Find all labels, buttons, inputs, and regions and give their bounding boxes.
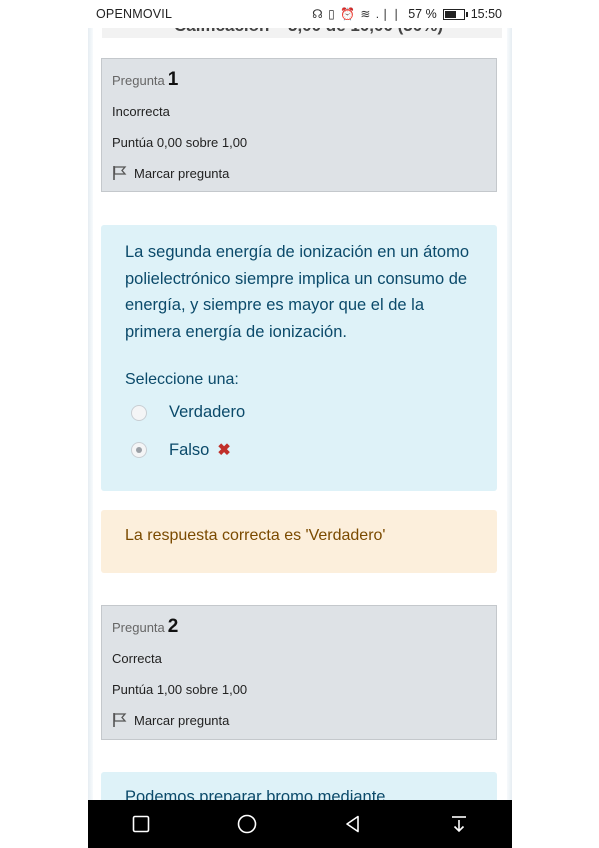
flag-question-button[interactable]: Marcar pregunta bbox=[112, 712, 229, 728]
flag-question-label: Marcar pregunta bbox=[134, 165, 230, 181]
recents-button[interactable] bbox=[111, 800, 171, 848]
question-number: Pregunta 1 bbox=[112, 69, 178, 91]
back-triangle-icon bbox=[346, 815, 359, 833]
question-grade: Puntúa 0,00 sobre 1,00 bbox=[112, 135, 248, 150]
question-label: Pregunta bbox=[112, 620, 165, 635]
question-1-content: La segunda energía de ionización en un á… bbox=[101, 225, 497, 491]
carrier-name: OPENMOVIL bbox=[96, 7, 173, 21]
answer-option-falso[interactable]: Falso ✖ bbox=[125, 440, 473, 460]
back-button[interactable] bbox=[323, 800, 383, 848]
clock: 15:50 bbox=[470, 7, 502, 21]
question-label: Pregunta bbox=[112, 73, 165, 88]
radio-button-checked[interactable] bbox=[131, 442, 147, 458]
feedback-text: La respuesta correcta es 'Verdadero' bbox=[125, 527, 386, 544]
flag-icon bbox=[113, 166, 127, 180]
radio-button[interactable] bbox=[131, 404, 147, 421]
status-indicators: ☊ ▯ ⏰ ≋ .❘❘ 57 % 15:50 bbox=[312, 7, 502, 21]
notification-pull-button[interactable] bbox=[429, 800, 489, 848]
page-right-border bbox=[507, 28, 512, 800]
pull-down-icon bbox=[452, 816, 466, 833]
phone-screen: Calificación 5,00 de 10,00 (50%) Pregunt… bbox=[88, 0, 512, 848]
status-icons: ☊ ▯ ⏰ ≋ .❘❘ bbox=[312, 7, 403, 21]
flag-icon bbox=[113, 713, 127, 727]
answer-label: Falso bbox=[169, 440, 210, 459]
battery-icon bbox=[442, 8, 468, 20]
page-left-border bbox=[88, 28, 93, 800]
question-number-value: 1 bbox=[167, 69, 179, 90]
quiz-review-page: Calificación 5,00 de 10,00 (50%) Pregunt… bbox=[88, 0, 512, 812]
circle-icon bbox=[237, 814, 257, 834]
question-grade: Puntúa 1,00 sobre 1,00 bbox=[112, 682, 248, 697]
navigation-bar bbox=[88, 800, 512, 848]
question-2-info: Pregunta 2 Correcta Puntúa 1,00 sobre 1,0… bbox=[101, 605, 497, 740]
question-number: Pregunta 2 bbox=[112, 616, 178, 638]
question-number-value: 2 bbox=[167, 616, 179, 637]
select-one-prompt: Seleccione una: bbox=[125, 371, 239, 388]
question-state: Correcta bbox=[112, 651, 162, 666]
flag-question-label: Marcar pregunta bbox=[134, 712, 230, 728]
status-bar: OPENMOVIL ☊ ▯ ⏰ ≋ .❘❘ 57 % 15:50 bbox=[88, 0, 512, 28]
correct-answer-feedback: La respuesta correcta es 'Verdadero' bbox=[101, 510, 497, 573]
question-text: La segunda energía de ionización en un á… bbox=[125, 243, 470, 341]
flag-question-button[interactable]: Marcar pregunta bbox=[112, 165, 229, 181]
answer-label: Verdadero bbox=[169, 403, 246, 421]
square-icon bbox=[132, 815, 150, 833]
answer-option-verdadero[interactable]: Verdadero bbox=[125, 403, 473, 422]
battery-percent: 57 % bbox=[408, 7, 437, 21]
incorrect-icon: ✖ bbox=[217, 442, 231, 459]
question-state: Incorrecta bbox=[112, 104, 170, 119]
home-button[interactable] bbox=[217, 800, 277, 848]
question-1-info: Pregunta 1 Incorrecta Puntúa 0,00 sobre 1… bbox=[101, 58, 497, 192]
